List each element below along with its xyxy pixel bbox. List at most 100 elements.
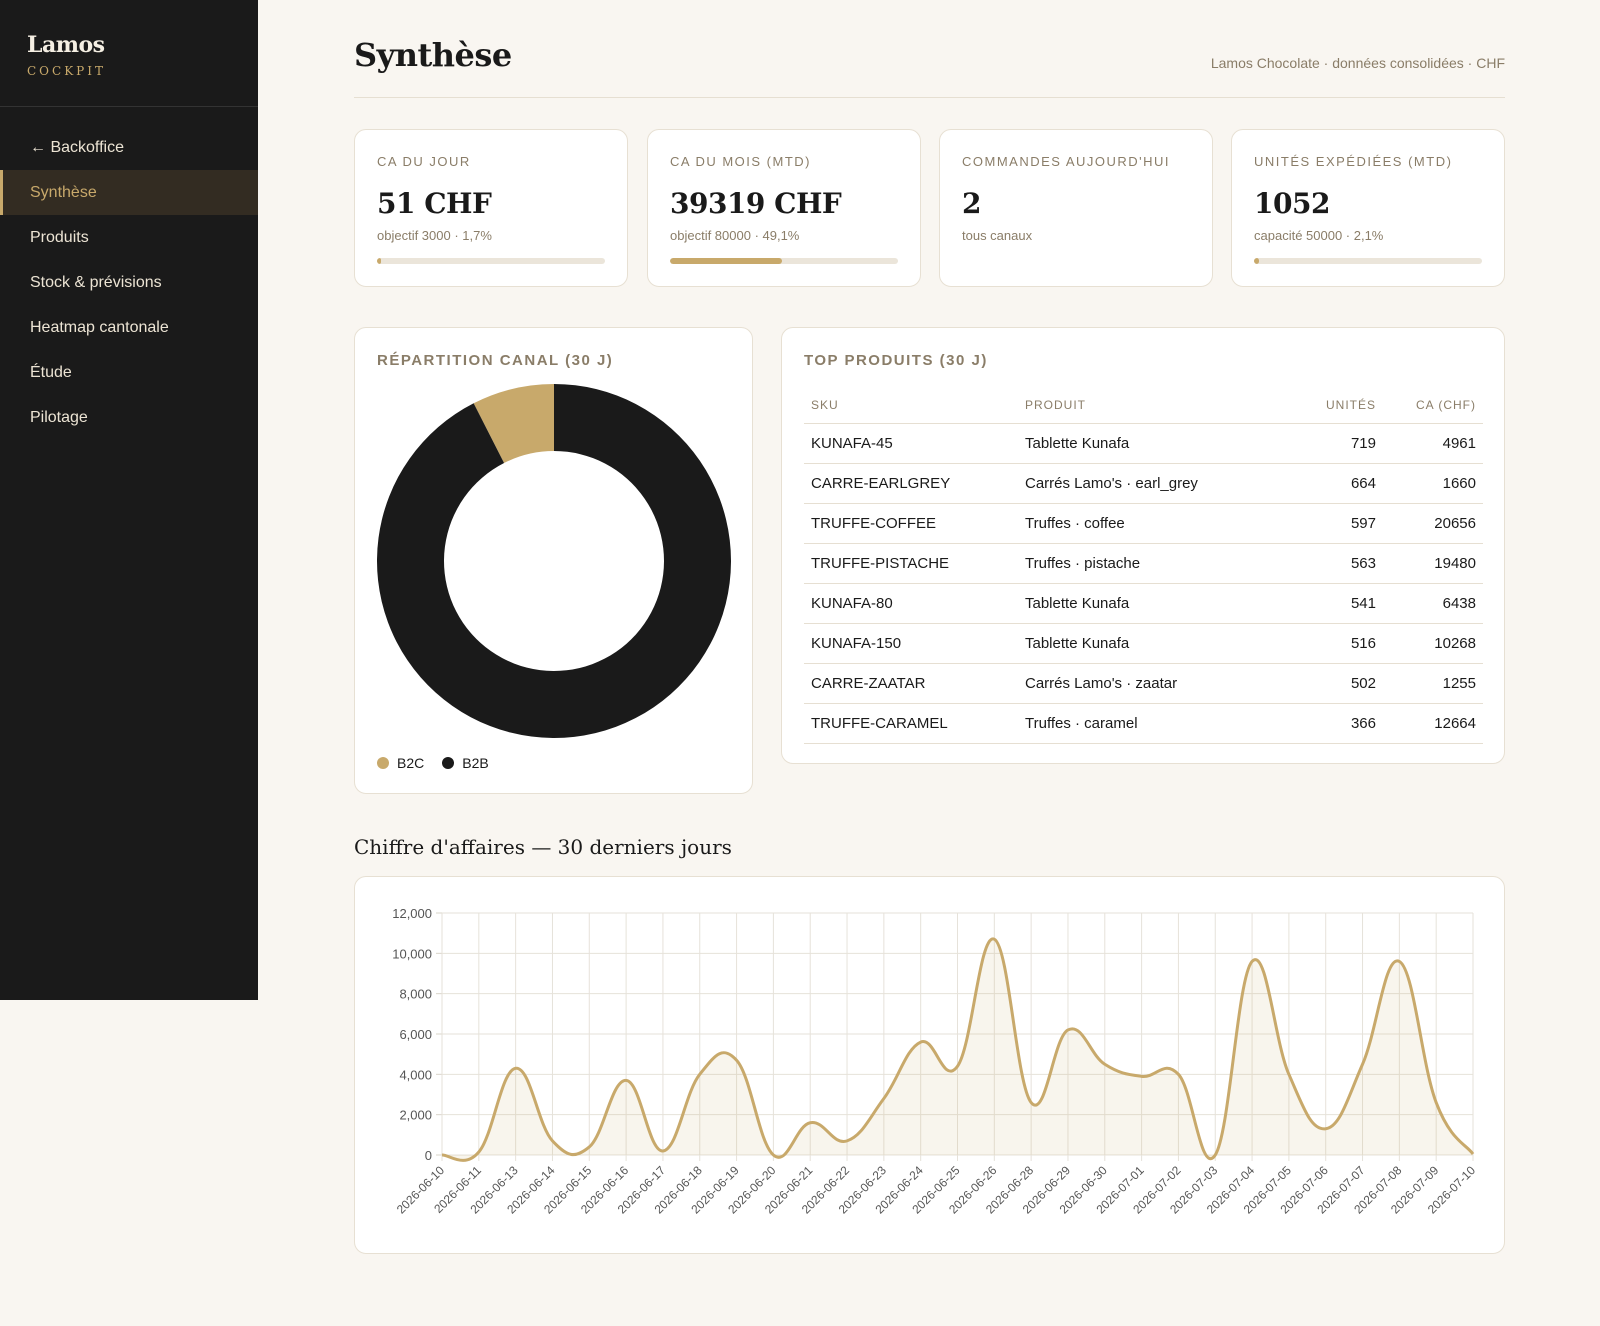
data-point[interactable] xyxy=(583,1141,595,1153)
sidebar-item-pilotage[interactable]: Pilotage xyxy=(0,395,258,440)
kpi-ca-mois: CA du mois (MTD) 39319 CHF objectif 8000… xyxy=(647,129,921,287)
legend-item-b2b[interactable]: B2B xyxy=(442,755,489,771)
data-point[interactable] xyxy=(804,1117,816,1129)
cell-unites: 516 xyxy=(1303,623,1383,664)
kpi-sub: capacité 50000 · 2,1% xyxy=(1254,228,1384,243)
y-tick-label: 10,000 xyxy=(392,946,432,961)
data-point[interactable] xyxy=(1172,1068,1184,1080)
cell-sku: KUNAFA-45 xyxy=(804,423,1018,464)
kpi-commandes: Commandes aujourd'hui 2 tous canaux xyxy=(939,129,1213,287)
table-row[interactable]: KUNAFA-150 Tablette Kunafa 516 10268 xyxy=(804,623,1483,664)
data-point[interactable] xyxy=(988,933,1000,945)
data-point[interactable] xyxy=(952,1060,964,1072)
sidebar-item-produits[interactable]: Produits xyxy=(0,215,258,260)
kpi-value: 51 CHF xyxy=(377,187,492,220)
data-point[interactable] xyxy=(546,1135,558,1147)
data-point[interactable] xyxy=(657,1145,669,1157)
revenue-line-chart: 02,0004,0006,0008,00010,00012,0002026-06… xyxy=(392,906,1479,1217)
sidebar-item-backoffice[interactable]: ← Backoffice xyxy=(0,125,258,170)
legend-label: B2C xyxy=(397,755,425,771)
brand[interactable]: Lamos COCKPIT xyxy=(0,0,258,107)
cell-sku: KUNAFA-80 xyxy=(804,583,1018,624)
cell-produit: Truffes · pistache xyxy=(1018,543,1303,584)
cell-ca: 1660 xyxy=(1383,463,1483,504)
cell-ca: 20656 xyxy=(1383,503,1483,544)
cell-produit: Carrés Lamo's · earl_grey xyxy=(1018,463,1303,504)
top-products-card: Top produits (30 j) SKU Produit Unités C… xyxy=(781,327,1505,764)
column-header-sku[interactable]: SKU xyxy=(804,387,1018,424)
data-point[interactable] xyxy=(1283,1068,1295,1080)
column-header-ca[interactable]: CA (CHF) xyxy=(1383,387,1483,424)
revenue-card: 0 2,000 4,000 6,000 8,000 10,000 12,000 2026-06… xyxy=(354,876,1505,1254)
data-point[interactable] xyxy=(1467,1148,1479,1160)
column-header-unites[interactable]: Unités xyxy=(1303,387,1383,424)
top-products-table: SKU Produit Unités CA (CHF) KUNAFA-45 Tab… xyxy=(804,387,1483,744)
y-tick-label: 0 xyxy=(425,1148,432,1163)
legend-label: B2B xyxy=(462,755,489,771)
cell-sku: CARRE-ZAATAR xyxy=(804,663,1018,704)
cell-ca: 12664 xyxy=(1383,703,1483,744)
channel-title: Répartition canal (30 j) xyxy=(377,352,614,369)
data-point[interactable] xyxy=(1430,1097,1442,1109)
cell-ca: 1255 xyxy=(1383,663,1483,704)
table-row[interactable]: TRUFFE-PISTACHE Truffes · pistache 563 1948… xyxy=(804,543,1483,584)
kpi-label: CA du mois (MTD) xyxy=(670,154,811,169)
donut-slice-b2b[interactable] xyxy=(377,384,731,738)
sidebar-item-heatmap-cantonale[interactable]: Heatmap cantonale xyxy=(0,305,258,350)
cell-sku: TRUFFE-PISTACHE xyxy=(804,543,1018,584)
sidebar-item-stock-previsions[interactable]: Stock & prévisions xyxy=(0,260,258,305)
data-point[interactable] xyxy=(1320,1123,1332,1135)
brand-name: Lamos xyxy=(27,32,105,58)
kpi-value: 2 xyxy=(962,187,981,220)
cell-ca: 10268 xyxy=(1383,623,1483,664)
data-point[interactable] xyxy=(510,1062,522,1074)
data-point[interactable] xyxy=(841,1135,853,1147)
data-point[interactable] xyxy=(767,1149,779,1161)
page-header: Synthèse Lamos Chocolate · données conso… xyxy=(354,0,1505,98)
channel-legend: B2C B2B xyxy=(377,755,489,771)
table-row[interactable]: KUNAFA-45 Tablette Kunafa 719 4961 xyxy=(804,423,1483,464)
data-point[interactable] xyxy=(473,1146,485,1158)
sidebar-item-etude[interactable]: Étude xyxy=(0,350,258,395)
cell-produit: Truffes · coffee xyxy=(1018,503,1303,544)
channel-card: Répartition canal (30 j) B2C B2B xyxy=(354,327,753,794)
table-header-row: SKU Produit Unités CA (CHF) xyxy=(804,387,1483,424)
cell-unites: 541 xyxy=(1303,583,1383,624)
table-row[interactable]: CARRE-EARLGREY Carrés Lamo's · earl_grey 6… xyxy=(804,463,1483,504)
table-row[interactable]: CARRE-ZAATAR Carrés Lamo's · zaatar 502 125… xyxy=(804,663,1483,704)
sidebar-item-synthese[interactable]: Synthèse xyxy=(0,170,258,215)
kpi-label: Unités expédiées (MTD) xyxy=(1254,154,1453,169)
data-point[interactable] xyxy=(1246,955,1258,967)
data-point[interactable] xyxy=(436,1149,448,1161)
data-point[interactable] xyxy=(1393,955,1405,967)
column-header-produit[interactable]: Produit xyxy=(1018,387,1303,424)
data-point[interactable] xyxy=(731,1054,743,1066)
data-point[interactable] xyxy=(1357,1058,1369,1070)
sidebar-nav: ← Backoffice Synthèse Produits Stock & p… xyxy=(0,125,258,440)
kpi-row: CA du jour 51 CHF objectif 3000 · 1,7% C… xyxy=(354,129,1505,287)
data-point[interactable] xyxy=(878,1093,890,1105)
table-row[interactable]: TRUFFE-CARAMEL Truffes · caramel 366 12664 xyxy=(804,703,1483,744)
cell-produit: Tablette Kunafa xyxy=(1018,423,1303,464)
data-point[interactable] xyxy=(1062,1024,1074,1036)
data-point[interactable] xyxy=(1099,1058,1111,1070)
data-point[interactable] xyxy=(1025,1097,1037,1109)
cell-unites: 719 xyxy=(1303,423,1383,464)
kpi-progress-fill xyxy=(1254,258,1259,264)
legend-dot xyxy=(377,757,389,769)
cell-unites: 664 xyxy=(1303,463,1383,504)
legend-item-b2c[interactable]: B2C xyxy=(377,755,424,771)
data-point[interactable] xyxy=(694,1068,706,1080)
data-point[interactable] xyxy=(620,1074,632,1086)
cell-unites: 597 xyxy=(1303,503,1383,544)
data-point[interactable] xyxy=(915,1036,927,1048)
data-point[interactable] xyxy=(1209,1149,1221,1161)
kpi-sub: tous canaux xyxy=(962,228,1033,243)
data-point[interactable] xyxy=(1136,1070,1148,1082)
table-row[interactable]: TRUFFE-COFFEE Truffes · coffee 597 20656 xyxy=(804,503,1483,544)
kpi-value: 1052 xyxy=(1254,187,1330,220)
kpi-progress-bar xyxy=(377,258,605,264)
table-row[interactable]: KUNAFA-80 Tablette Kunafa 541 6438 xyxy=(804,583,1483,624)
kpi-value: 39319 CHF xyxy=(670,187,842,220)
cell-unites: 563 xyxy=(1303,543,1383,584)
